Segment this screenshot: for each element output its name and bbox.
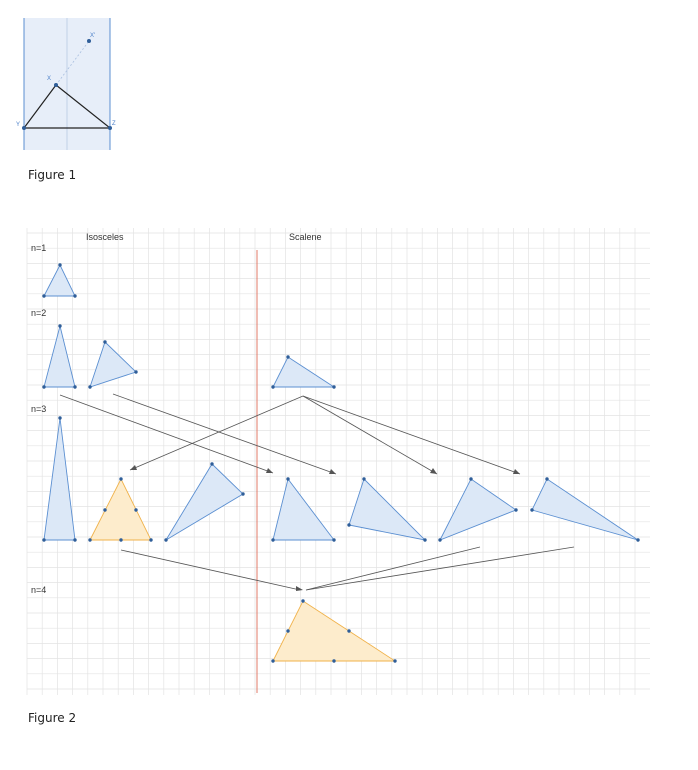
vertex-dot [134,508,138,512]
fig2-vertices [42,263,640,663]
vertex-dot [332,659,336,663]
vertex-dot [42,538,46,542]
fig1-label-y: Y [16,122,20,128]
vertex-dot [119,538,123,542]
column-label-scalene: Scalene [289,232,322,242]
triangle-n3-isosceles-3 [165,463,244,541]
figure1-caption: Figure 1 [28,168,77,182]
arrow-n3-scalene3-to-n4 [305,546,481,591]
vertex-dot [347,523,351,527]
vertex-dot [119,477,123,481]
triangle-n3-scalene-1 [272,477,335,541]
fig1-vertex-x [54,83,58,87]
figures-canvas: X X' Y Z Isosceles Scalene n=1 n=2 n=3 n… [16,18,650,695]
figure2: Isosceles Scalene n=1 n=2 n=3 n=4 [26,228,650,695]
vertex-dot [347,629,351,633]
vertex-dot [241,492,245,496]
vertex-dot [530,508,534,512]
triangle-n2-scalene [272,356,336,388]
vertex-dot [332,385,336,389]
vertex-dot [58,263,62,267]
row-label-n3: n=3 [31,404,46,414]
figure2-caption: Figure 2 [28,711,77,725]
row-label-n1: n=1 [31,243,46,253]
vertex-dot [286,355,290,359]
arrowhead-4 [430,468,437,474]
arrowhead-1 [266,468,273,473]
vertex-dot [73,385,77,389]
column-label-isosceles: Isosceles [86,232,124,242]
vertex-dot [134,370,138,374]
vertex-dot [286,477,290,481]
triangle-n3-scalene-3 [439,478,517,541]
triangle-n2-isosceles-2 [89,341,137,388]
arrow-n3-iso-to-n4 [120,549,301,591]
vertex-dot [164,538,168,542]
vertex-dot [73,538,77,542]
vertex-dot [73,294,77,298]
figure1: X X' Y Z [16,18,116,150]
triangle-n3-isosceles-2 [89,477,152,541]
vertex-dot [545,477,549,481]
triangle-n3-scalene-2 [348,478,427,541]
vertex-dot [438,538,442,542]
vertex-dot [271,538,275,542]
vertex-dot [103,508,107,512]
vertex-dot [42,294,46,298]
fig1-label-z: Z [112,121,116,127]
vertex-dot [88,385,92,389]
arrowhead-5 [513,469,520,474]
vertex-dot [88,538,92,542]
vertex-dot [271,659,275,663]
vertex-dot [469,477,473,481]
fig2-arrows [59,393,575,591]
vertex-dot [636,538,640,542]
vertex-dot [42,385,46,389]
arrowhead-6 [296,586,303,591]
vertex-dot [58,324,62,328]
triangle-n3-isosceles-1 [43,417,76,541]
row-label-n2: n=2 [31,308,46,318]
vertex-dot [58,416,62,420]
triangle-n1-isosceles [43,263,76,297]
vertex-dot [210,462,214,466]
vertex-dot [103,340,107,344]
triangle-n3-scalene-4 [531,478,639,541]
triangle-n2-isosceles-1 [43,325,76,388]
fig1-label-x-prime: X' [90,33,95,39]
fig1-label-x: X [47,76,51,82]
vertex-dot [301,599,305,603]
vertex-dot [286,629,290,633]
vertex-dot [514,508,518,512]
vertex-dot [332,538,336,542]
arrowhead-2 [329,469,336,474]
row-label-n4: n=4 [31,585,46,595]
vertex-dot [393,659,397,663]
arrow-n2-scalene-to-scalene4 [302,395,521,475]
fig1-vertex-y [22,126,26,130]
vertex-dot [271,385,275,389]
vertex-dot [149,538,153,542]
vertex-dot [423,538,427,542]
fig1-vertex-x-prime [87,39,91,43]
vertex-dot [362,477,366,481]
arrow-n2-scalene-to-iso [129,395,304,471]
arrow-n2-scalene-to-scalene3 [302,395,438,475]
